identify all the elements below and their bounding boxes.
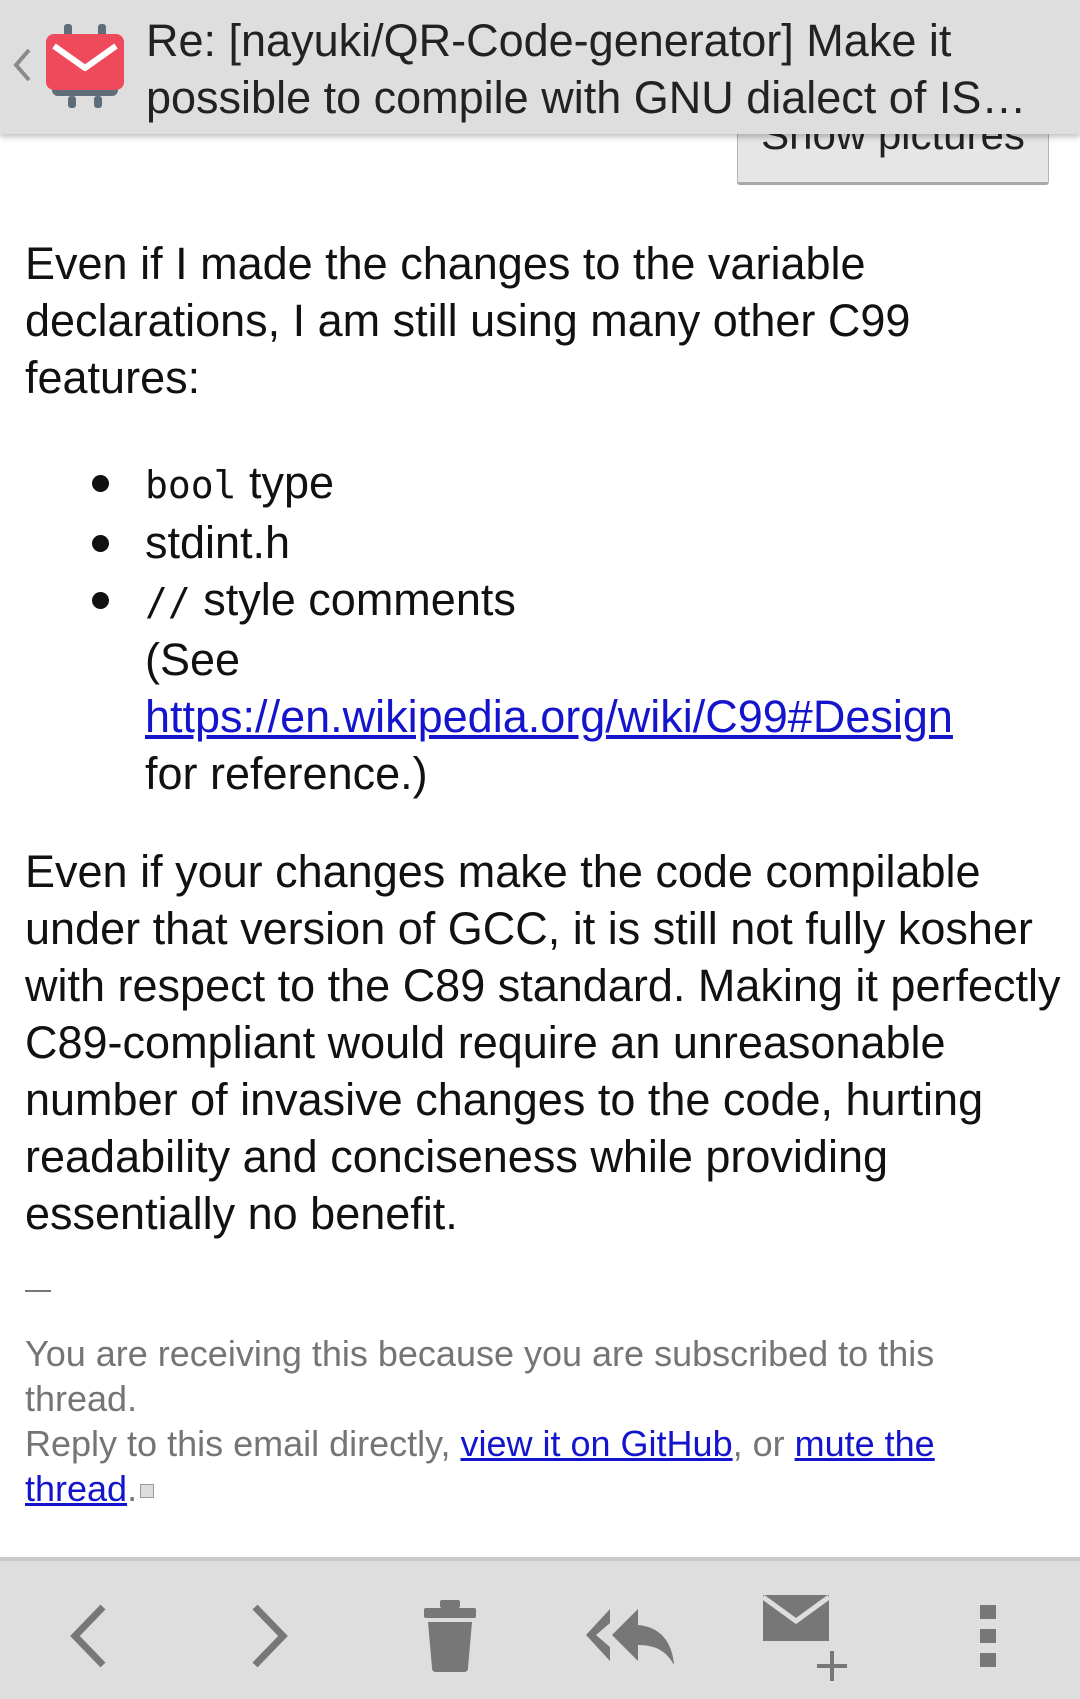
list-item-text: style comments — [190, 574, 516, 625]
see-prefix: (See — [145, 634, 241, 685]
next-icon — [252, 1604, 288, 1668]
overflow-menu-icon — [980, 1605, 996, 1667]
list-item: bool type — [25, 454, 1055, 514]
action-bar: Re: [nayuki/QR-Code-generator] Make it p… — [0, 0, 1080, 134]
previous-button[interactable] — [40, 1591, 140, 1681]
compose-button[interactable] — [755, 1591, 855, 1681]
list-item-text: type — [236, 457, 335, 508]
body-paragraph-2: Even if your changes make the code compi… — [25, 846, 1061, 1239]
trash-icon — [424, 1600, 476, 1672]
reply-prefix: Reply to this email directly, — [25, 1423, 461, 1464]
back-chevron-icon[interactable] — [10, 40, 34, 90]
tracking-image-icon — [140, 1484, 155, 1499]
delete-button[interactable] — [400, 1591, 500, 1681]
view-on-github-link[interactable]: view it on GitHub — [460, 1423, 732, 1464]
message-subject: Re: [nayuki/QR-Code-generator] Make it p… — [146, 15, 1027, 123]
subscription-notice: You are receiving this because you are s… — [25, 1333, 935, 1419]
reply-all-button[interactable] — [580, 1591, 680, 1681]
next-button[interactable] — [218, 1591, 318, 1681]
reply-all-icon — [586, 1609, 674, 1665]
list-item: // style comments (See https://en.wikipe… — [25, 571, 1055, 802]
feature-list: bool type stdint.h // style comments (Se… — [25, 454, 1055, 802]
bullet — [92, 535, 109, 552]
footer-or: , or — [732, 1423, 795, 1464]
footer-period: . — [127, 1468, 138, 1509]
signature-separator — [25, 1290, 51, 1292]
inline-code: // — [145, 580, 191, 624]
list-item: stdint.h — [25, 514, 1055, 571]
see-suffix: for reference.) — [145, 748, 428, 799]
email-footer: You are receiving this because you are s… — [25, 1331, 1055, 1511]
overflow-menu-button[interactable] — [938, 1591, 1038, 1681]
app-logo-icon[interactable] — [42, 16, 128, 112]
inline-code: bool — [145, 463, 237, 507]
bottom-toolbar — [0, 1557, 1080, 1699]
bullet — [92, 475, 109, 492]
body-paragraph-1: Even if I made the changes to the variab… — [25, 238, 911, 403]
bullet — [92, 592, 109, 609]
compose-icon — [761, 1594, 847, 1681]
wikipedia-link[interactable]: https://en.wikipedia.org/wiki/C99#Design — [145, 691, 953, 742]
previous-icon — [70, 1604, 106, 1668]
list-item-text: stdint.h — [145, 517, 291, 568]
